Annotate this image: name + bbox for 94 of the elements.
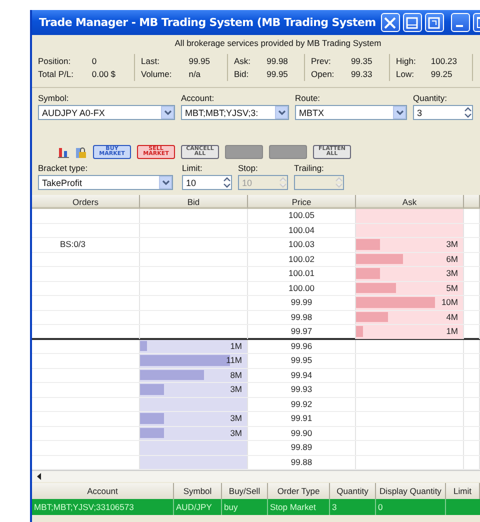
stat-value: 99.35 [350,56,374,66]
field-label: Stop: [238,163,259,174]
field-label: Quantity: [413,93,448,104]
spin-field[interactable]: 3 [413,105,473,120]
column-header[interactable]: Price [248,195,356,209]
stat-label: Total P/L: [38,69,74,79]
price-value[interactable]: 100.04 [288,224,314,234]
field-label: Trailing: [294,163,325,174]
price-value[interactable]: 99.95 [290,355,312,365]
table-cell: MBT;MBT;YJSV;33106573 [32,499,174,515]
size-value: 11M [226,354,243,367]
column-header[interactable]: Display Quantity [376,483,446,499]
stat-label: Position: [38,56,72,66]
stat-value: 99.25 [430,69,454,79]
price-value[interactable]: 99.99 [290,297,312,307]
price-value[interactable]: 100.01 [288,268,314,278]
price-value[interactable]: 99.92 [290,398,312,408]
stat-value: 100.23 [430,56,458,66]
stat-label: Bid: [234,69,250,79]
price-value[interactable]: 99.96 [290,340,312,350]
stat-value: 99.33 [350,69,374,79]
dropdown[interactable]: MBTX [295,105,407,120]
price-value[interactable]: 100.00 [288,282,314,292]
price-value[interactable]: 99.93 [290,384,312,394]
field-label: Account: [181,93,216,104]
chart-icon[interactable] [58,146,69,158]
price-value[interactable]: 99.98 [290,312,312,322]
stat-label: Last: [141,56,160,66]
table-cell: AUD/JPY [174,499,222,515]
size-value: 1M [446,325,459,338]
stat-value: 0 [92,56,98,66]
stat-label: Prev: [311,56,332,66]
price-value[interactable]: 100.05 [288,210,314,220]
window-button[interactable] [402,13,422,32]
field-label: Bracket type: [38,163,89,174]
size-value: 10M [441,296,459,309]
column-header[interactable]: Bid [140,195,248,209]
scroll-left-icon[interactable] [36,472,42,481]
column-header[interactable]: Account [32,483,174,499]
stat-value: 99.98 [266,56,289,66]
table-cell: buy [222,499,268,515]
stat-value: 99.95 [188,56,211,66]
column-header[interactable]: Buy/Sell [222,483,268,499]
price-value[interactable]: 99.94 [290,370,312,380]
spin-field[interactable]: 10 [182,175,232,190]
field-label: Route: [295,93,322,104]
stat-label: Open: [311,69,336,79]
price-value[interactable]: 100.03 [288,239,314,249]
table-cell: 0 [376,499,446,515]
price-value[interactable]: 100.02 [288,254,314,264]
column-header[interactable]: Orders [32,195,140,209]
column-header[interactable]: Symbol [174,483,222,499]
column-header[interactable]: Order Type [268,483,330,499]
provider-notice: All brokerage services provided by MB Trading System [174,37,382,50]
price-value[interactable]: 99.88 [290,456,312,466]
stat-label: Ask: [234,56,252,66]
size-value: 8M [230,368,243,382]
stat-value: 0.00 $ [92,69,117,79]
table-cell: Stop Market [268,499,330,515]
window-title: Trade Manager - MB Trading System (MB Trading System [39,16,376,29]
field-label: Limit: [182,163,204,174]
stat-label: High: [396,56,417,66]
window-button[interactable] [424,13,444,32]
stat-value: n/a [188,69,202,79]
price-value[interactable]: 99.90 [290,428,312,438]
size-value: 3M [230,426,243,440]
spinner-icon[interactable] [223,177,231,188]
order-marker: BS:0/3 [60,239,86,249]
dropdown[interactable]: AUDJPY A0-FX [38,105,175,120]
size-value: 6M [446,252,459,266]
column-header[interactable]: Quantity [330,483,376,499]
size-value: 3M [446,267,459,280]
size-value: 1M [230,340,243,352]
price-value[interactable]: 99.97 [290,326,312,336]
spinner-icon[interactable] [464,107,472,118]
size-value: 3M [230,383,243,396]
stat-value: 99.95 [266,69,289,79]
price-value[interactable]: 99.89 [290,442,312,452]
size-value: 4M [446,310,459,324]
column-header[interactable]: Ask [356,195,464,209]
dropdown[interactable]: TakeProfit [38,175,173,190]
price-value[interactable]: 99.91 [290,413,312,423]
size-value: 3M [446,238,459,251]
tool-button[interactable] [380,13,400,32]
dropdown[interactable]: MBT;MBT;YJSV;3: [181,105,289,120]
field-label: Symbol: [38,93,70,104]
size-value: 3M [230,412,243,425]
column-header[interactable]: Limit [446,483,480,499]
stat-label: Volume: [141,69,173,79]
lock-icon[interactable] [75,146,87,158]
minimize-button[interactable] [450,13,470,32]
stat-label: Low: [396,69,415,79]
table-cell: 3 [330,499,376,515]
size-value: 5M [446,282,459,294]
